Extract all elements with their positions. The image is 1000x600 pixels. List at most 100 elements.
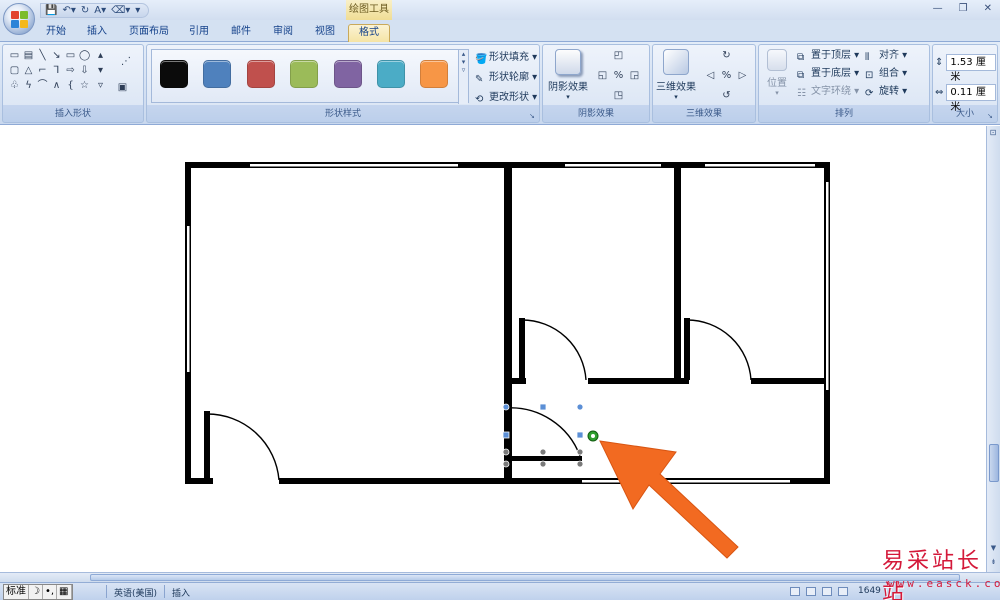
customize-qat-icon[interactable]: ▾: [135, 5, 140, 16]
3d-effects-button[interactable]: 三维效果 ▾: [653, 49, 699, 101]
text-wrapping-button[interactable]: ☷ 文字环绕 ▾: [797, 85, 859, 99]
change-shape-button[interactable]: ⟲ 更改形状 ▾: [475, 91, 537, 105]
textbox-shape-icon[interactable]: ▭: [9, 51, 20, 61]
tab-mailings[interactable]: 邮件: [226, 24, 256, 42]
connector-shape-icon[interactable]: ⌐: [37, 66, 48, 76]
minimize-icon[interactable]: —: [933, 3, 943, 14]
shapes-scroll-down-icon[interactable]: ▾: [95, 66, 106, 76]
style-swatch-teal[interactable]: [377, 60, 405, 88]
tab-review[interactable]: 审阅: [268, 24, 298, 42]
close-icon[interactable]: ✕: [984, 3, 992, 14]
font-color-icon[interactable]: A▾: [94, 5, 106, 16]
view-full-screen-icon[interactable]: [806, 587, 816, 596]
tab-references[interactable]: 引用: [184, 24, 214, 42]
restore-icon[interactable]: ❐: [959, 3, 968, 14]
shadow-nudge-down-icon[interactable]: ◳: [613, 91, 624, 101]
ruler-toggle-icon[interactable]: ⊡: [987, 128, 999, 140]
vertical-textbox-shape-icon[interactable]: ▤: [23, 51, 34, 61]
tilt-left-icon[interactable]: ◁: [705, 71, 716, 81]
shadow-toggle-icon[interactable]: %: [613, 71, 624, 81]
ime-toolbar[interactable]: 标准 ☽ •, ▦: [3, 584, 73, 600]
brace-shape-icon[interactable]: {: [65, 81, 76, 91]
style-swatch-black[interactable]: [160, 60, 188, 88]
shadow-nudge-left-icon[interactable]: ◱: [597, 71, 608, 81]
bring-to-front-button[interactable]: ⧉ 置于顶层 ▾: [797, 49, 859, 63]
undo-icon[interactable]: ↶▾: [62, 5, 75, 16]
send-to-back-button[interactable]: ⧉ 置于底层 ▾: [797, 67, 859, 81]
arrow-line-shape-icon[interactable]: ↘: [51, 51, 62, 61]
ime-punct-icon[interactable]: •,: [43, 585, 58, 599]
view-outline-icon[interactable]: [838, 587, 848, 596]
rectangle-shape-icon[interactable]: ▭: [65, 51, 76, 61]
format-painter-icon[interactable]: ⌫▾: [111, 5, 130, 16]
tilt-down-icon[interactable]: ↺: [721, 91, 732, 101]
position-button[interactable]: 位置 ▾: [761, 49, 793, 97]
rotate-button[interactable]: ⟳ 旋转 ▾: [865, 85, 907, 99]
elbow-connector-shape-icon[interactable]: ⅂: [51, 66, 62, 76]
tab-home[interactable]: 开始: [40, 24, 72, 42]
document-page[interactable]: [0, 126, 986, 572]
tilt-right-icon[interactable]: ▷: [737, 71, 748, 81]
3d-toggle-icon[interactable]: %: [721, 71, 732, 81]
lightning-shape-icon[interactable]: ϟ: [23, 81, 34, 91]
shape-styles-launcher-icon[interactable]: ↘: [529, 112, 537, 120]
oval-shape-icon[interactable]: ◯: [79, 51, 90, 61]
arc-shape-icon[interactable]: ⌒: [37, 81, 48, 91]
save-icon[interactable]: 💾: [45, 5, 57, 16]
add-textbox-icon[interactable]: ▣: [117, 83, 128, 93]
horizontal-scrollbar[interactable]: [0, 572, 1000, 582]
redo-icon[interactable]: ↻: [81, 5, 89, 16]
rotate-handle-icon[interactable]: [587, 430, 599, 442]
language-status[interactable]: 英语(美国): [114, 586, 157, 599]
status-separator: [106, 585, 107, 598]
insert-mode-status[interactable]: 插入: [172, 586, 190, 599]
shape-outline-button[interactable]: ✎ 形状轮廓 ▾: [475, 71, 537, 85]
selected-door-wall[interactable]: [506, 456, 582, 461]
shapes-more-icon[interactable]: ▿: [95, 81, 106, 91]
tilt-up-icon[interactable]: ↻: [721, 51, 732, 61]
door-swing-middle[interactable]: [521, 319, 587, 381]
size-launcher-icon[interactable]: ↘: [987, 112, 995, 120]
door-swing-left[interactable]: [206, 413, 280, 481]
line-shape-icon[interactable]: ╲: [37, 51, 48, 61]
align-button[interactable]: ⫴ 对齐 ▾: [865, 49, 907, 63]
triangle-shape-icon[interactable]: △: [23, 66, 34, 76]
shadow-nudge-right-icon[interactable]: ◲: [629, 71, 640, 81]
office-button[interactable]: [3, 3, 35, 35]
style-swatch-red[interactable]: [247, 60, 275, 88]
tab-page-layout[interactable]: 页面布局: [124, 24, 174, 42]
shapes-scroll-up-icon[interactable]: ▴: [95, 51, 106, 61]
group-button[interactable]: ⊡ 组合 ▾: [865, 67, 907, 81]
shape-fill-button[interactable]: 🪣 形状填充 ▾: [475, 51, 537, 65]
vertical-scrollbar[interactable]: ▼ ⇟: [986, 126, 1000, 572]
rounded-rect-shape-icon[interactable]: ▢: [9, 66, 20, 76]
view-web-layout-icon[interactable]: [822, 587, 832, 596]
curve-shape-icon[interactable]: ∧: [51, 81, 62, 91]
horizontal-scroll-thumb[interactable]: [90, 574, 960, 581]
right-vertical-wall[interactable]: [674, 162, 681, 384]
shadow-effects-button[interactable]: 阴影效果 ▾: [545, 49, 591, 101]
style-swatch-green[interactable]: [290, 60, 318, 88]
door-swing-right[interactable]: [686, 319, 752, 381]
height-input[interactable]: 1.53 厘米: [946, 53, 997, 83]
ime-keyboard-icon[interactable]: ▦: [57, 585, 72, 599]
ime-moon-icon[interactable]: ☽: [29, 585, 43, 599]
down-arrow-shape-icon[interactable]: ⇩: [79, 66, 90, 76]
ime-mode[interactable]: 标准: [4, 585, 29, 599]
style-swatch-blue[interactable]: [203, 60, 231, 88]
tab-insert[interactable]: 插入: [82, 24, 112, 42]
vertical-scroll-thumb[interactable]: [989, 444, 999, 482]
gallery-scrollbar[interactable]: ▴ ▾ ▿: [458, 50, 468, 104]
style-swatch-orange[interactable]: [420, 60, 448, 88]
zoom-level[interactable]: 1649: [858, 586, 881, 596]
tab-format[interactable]: 格式: [348, 24, 390, 42]
shadow-nudge-up-icon[interactable]: ◰: [613, 51, 624, 61]
freeform-shape-icon[interactable]: ♧: [9, 81, 20, 91]
edit-points-icon[interactable]: ⋰: [115, 57, 137, 67]
style-swatch-purple[interactable]: [334, 60, 362, 88]
width-input[interactable]: 0.11 厘米: [946, 83, 997, 113]
tab-view[interactable]: 视图: [310, 24, 340, 42]
right-arrow-shape-icon[interactable]: ⇨: [65, 66, 76, 76]
star-shape-icon[interactable]: ☆: [79, 81, 90, 91]
view-print-layout-icon[interactable]: [790, 587, 800, 596]
